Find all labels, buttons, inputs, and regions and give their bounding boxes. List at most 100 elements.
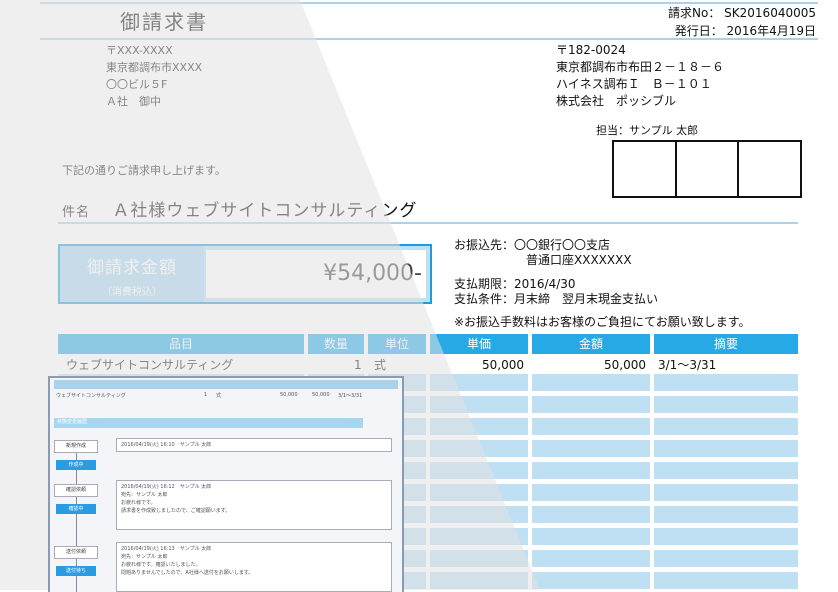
payment-terms: 支払条件：月末締 翌月末現金支払い xyxy=(454,292,659,306)
app-screenshot-inset: ウェブサイトコンサルティング 1 式 50,000 50,000 3/1～3/3… xyxy=(48,376,404,592)
inset-row-price: 50,000 xyxy=(280,392,298,398)
table-row-cell xyxy=(430,374,528,391)
timeline-step-created[interactable]: 新規作成 xyxy=(54,440,98,453)
fee-note: ※お振込手数料はお客様のご負担にてお願い致します。 xyxy=(454,315,751,329)
table-row-cell xyxy=(532,506,650,523)
entry-line: 2016/04/19(火) 16:13 サンプル 太郎 xyxy=(121,546,212,552)
timeline-entry: 2016/04/19(火) 16:10 サンプル 太郎 xyxy=(116,438,392,452)
row-unit: 式 xyxy=(374,358,387,372)
sender-postal: 〒182-0024 xyxy=(556,43,626,57)
table-row-cell xyxy=(430,396,528,413)
table-row-cell xyxy=(654,484,798,501)
timeline-entry: 2016/04/19(火) 16:13 サンプル 太郎 宛先：サンプル 太郎 お… xyxy=(116,542,392,592)
stamp-cell xyxy=(677,142,740,196)
col-header-amount: 金額 xyxy=(532,334,650,354)
table-row-cell xyxy=(654,418,798,435)
inset-row-amount: 50,000 xyxy=(312,392,330,398)
table-row-cell xyxy=(654,396,798,413)
recipient-address: 東京都調布市XXXX xyxy=(106,61,203,74)
table-row-cell xyxy=(430,462,528,479)
table-row-cell xyxy=(654,462,798,479)
row-qty: 1 xyxy=(354,358,362,372)
table-row-cell xyxy=(532,550,650,567)
timeline-step-review[interactable]: 確認依頼 xyxy=(54,484,98,497)
table-row-cell xyxy=(532,462,650,479)
bank-line: お振込先：〇〇銀行〇〇支店 xyxy=(454,238,751,253)
row-memo: 3/1～3/31 xyxy=(658,358,717,372)
entry-line: お疲れ様です。 xyxy=(121,500,156,506)
table-row-cell xyxy=(430,572,528,589)
inset-table-row: ウェブサイトコンサルティング 1 式 50,000 50,000 3/1～3/3… xyxy=(54,392,398,401)
entry-line: お疲れ様です。確認いたしました。 xyxy=(121,562,201,568)
col-header-qty: 数量 xyxy=(308,334,364,354)
entry-line: 請求書を作成致しましたので、ご確認願います。 xyxy=(121,508,231,514)
inset-row-qty: 1 xyxy=(204,392,208,398)
subject-label: 件名 xyxy=(62,205,91,220)
invoice-number: 請求No： SK2016040005 xyxy=(668,6,816,20)
stamp-cell xyxy=(614,142,677,196)
inset-section-bar: 状態変更履歴 xyxy=(54,418,363,428)
invoice-meta: 請求No： SK2016040005 発行日： 2016年4月19日 xyxy=(668,4,816,40)
entry-line: 2016/04/19(火) 16:12 サンプル 太郎 xyxy=(121,484,212,490)
subject-line: 件名 Ａ社様ウェブサイトコンサルティング xyxy=(62,196,417,221)
recipient-building: 〇〇ビル５F xyxy=(106,78,168,91)
row-amount: 50,000 xyxy=(604,358,646,372)
payment-deadline: 支払期限：2016/4/30 xyxy=(454,277,576,291)
subject-rule xyxy=(58,222,798,224)
billing-amount-box: 御請求金額 （消費税込） ¥54,000- xyxy=(58,244,432,304)
status-badge: 送付待ち xyxy=(56,566,96,576)
table-row-cell xyxy=(532,528,650,545)
bank-name: 〇〇銀行〇〇支店 xyxy=(514,238,611,252)
table-row-cell xyxy=(430,506,528,523)
table-row-cell xyxy=(654,374,798,391)
row-item: ウェブサイトコンサルティング xyxy=(66,358,234,372)
issue-date: 発行日： 2016年4月19日 xyxy=(674,24,816,38)
table-row-cell xyxy=(654,572,798,589)
table-row-cell xyxy=(654,440,798,457)
recipient-block: 〒XXX-XXXX 東京都調布市XXXX 〇〇ビル５F Ａ社 御中 xyxy=(106,42,202,110)
inset-table-header xyxy=(54,380,398,389)
amount-sublabel: （消費税込） xyxy=(102,287,162,298)
table-row-cell xyxy=(532,572,650,589)
table-row-cell xyxy=(430,528,528,545)
table-row-cell xyxy=(430,440,528,457)
col-header-item: 品目 xyxy=(58,334,304,354)
table-row-cell xyxy=(532,440,650,457)
amount-value: ¥54,000- xyxy=(206,250,426,298)
subject-value: Ａ社様ウェブサイトコンサルティング xyxy=(112,201,418,221)
table-row-cell xyxy=(654,550,798,567)
approval-stamp-box xyxy=(612,140,802,198)
table-row-cell xyxy=(430,550,528,567)
inset-row-item: ウェブサイトコンサルティング xyxy=(56,393,126,399)
table-row-cell xyxy=(532,396,650,413)
col-header-memo: 摘要 xyxy=(654,334,798,354)
sender-company: 株式会社 ポッシブル xyxy=(556,94,677,108)
recipient-name: Ａ社 御中 xyxy=(106,95,161,108)
table-row-cell xyxy=(654,528,798,545)
sender-block: 〒182-0024 東京都調布市布田２－１８－６ ハイネス調布Ｉ Ｂ－１０１ 株… xyxy=(556,42,724,110)
entry-line: 2016/04/19(火) 16:10 サンプル 太郎 xyxy=(121,442,212,448)
entry-line: 問題ありませんでしたので、A社様へ送付をお願いします。 xyxy=(121,570,254,576)
sender-address: 東京都調布市布田２－１８－６ xyxy=(556,60,725,74)
recipient-postal: 〒XXX-XXXX xyxy=(106,44,173,57)
col-header-price: 単価 xyxy=(430,334,528,354)
sender-building: ハイネス調布Ｉ Ｂ－１０１ xyxy=(556,77,712,91)
inset-row-memo: 3/1～3/31 xyxy=(338,393,363,399)
entry-line: 宛先：サンプル 太郎 xyxy=(121,554,168,560)
entry-line: 宛先：サンプル 太郎 xyxy=(121,492,168,498)
status-badge: 作成中 xyxy=(56,460,96,470)
col-header-unit: 単位 xyxy=(368,334,426,354)
table-row-cell xyxy=(532,484,650,501)
status-badge: 確認中 xyxy=(56,504,96,514)
inset-row-unit: 式 xyxy=(216,393,222,399)
table-row-cell xyxy=(654,506,798,523)
sender-person: 担当：サンプル 太郎 xyxy=(596,124,699,137)
table-row-cell xyxy=(532,374,650,391)
table-row-cell xyxy=(532,418,650,435)
greeting-text: 下記の通りご請求申し上げます。 xyxy=(62,164,226,177)
document-title: 御請求書 xyxy=(120,10,208,34)
bank-label: お振込先： xyxy=(454,238,515,252)
timeline-step-send[interactable]: 送付依頼 xyxy=(54,546,98,559)
timeline-entry: 2016/04/19(火) 16:12 サンプル 太郎 宛先：サンプル 太郎 お… xyxy=(116,480,392,530)
row-price: 50,000 xyxy=(482,358,524,372)
